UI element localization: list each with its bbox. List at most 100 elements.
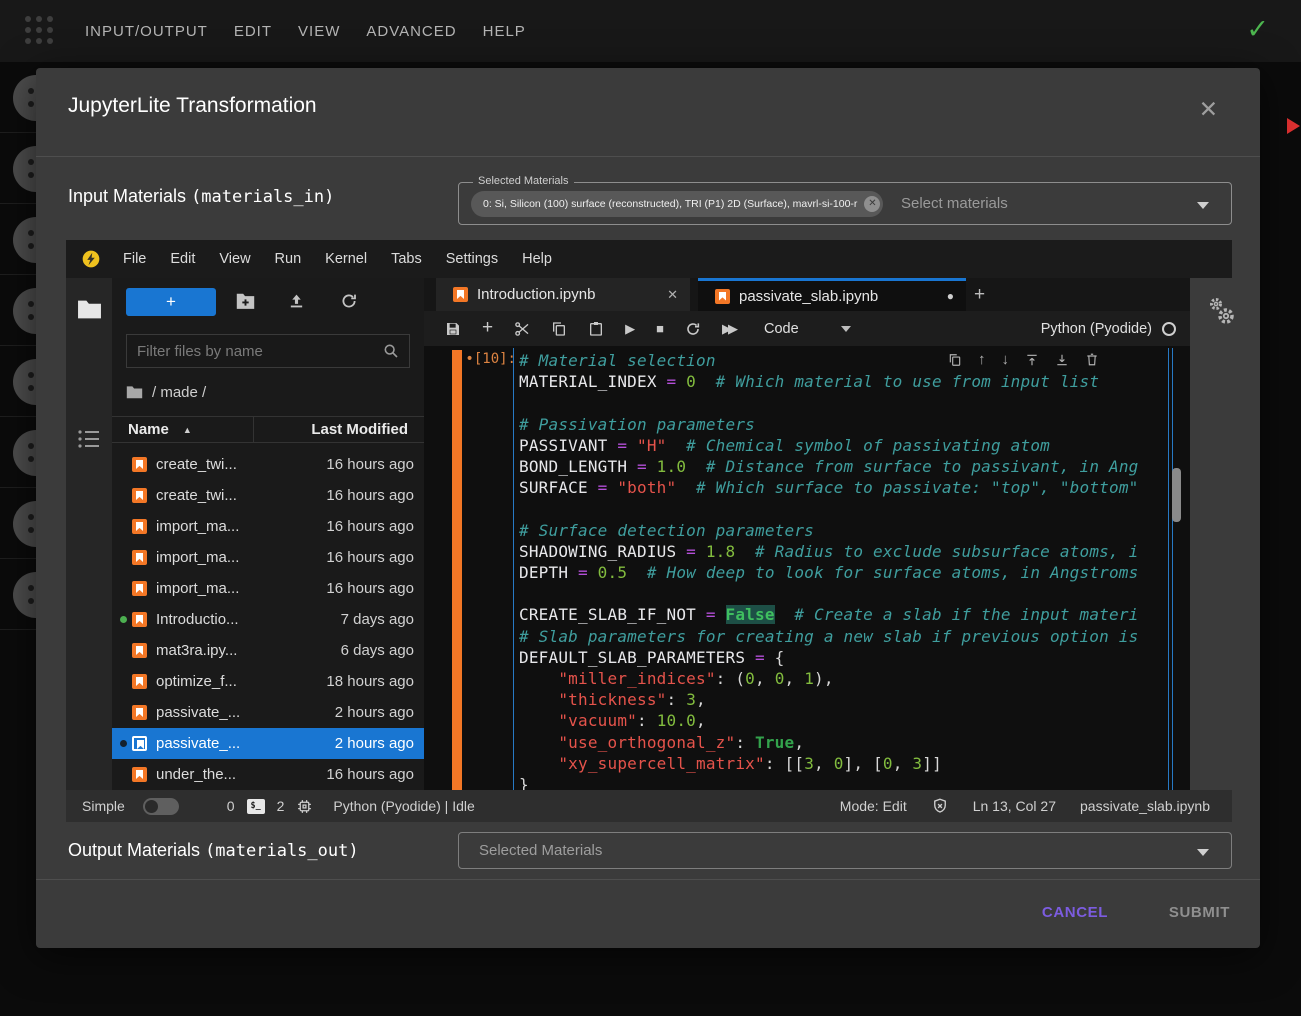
paste-icon[interactable] [588,321,604,337]
delete-cell-icon[interactable] [1085,352,1099,367]
duplicate-cell-icon[interactable] [948,353,962,367]
submit-button[interactable]: SUBMIT [1169,904,1230,921]
notebook-icon [132,674,147,689]
file-list-header: Name ▲ Last Modified [112,416,424,443]
file-row[interactable]: optimize_f...18 hours ago [112,666,424,697]
app-menu-input-output[interactable]: INPUT/OUTPUT [85,23,208,40]
restart-run-all-icon[interactable]: ▶▶ [722,321,738,337]
notebook-scrollbar[interactable] [1172,468,1181,522]
kernel-count[interactable]: 2 [277,798,285,814]
insert-cell-icon[interactable]: + [482,317,493,339]
tab-passivate-slab-ipynb[interactable]: passivate_slab.ipynb ● [698,278,966,311]
file-browser-tab-icon[interactable] [77,298,102,320]
run-icon[interactable]: ▶ [625,321,635,337]
notebook-icon [132,457,147,472]
add-tab-icon[interactable]: + [974,284,985,306]
move-cell-up-icon[interactable]: ↑ [978,351,986,368]
jupyter-menu-settings[interactable]: Settings [434,251,510,267]
file-row[interactable]: create_twi...16 hours ago [112,449,424,480]
selected-materials-select[interactable]: Selected Materials 0: Si, Silicon (100) … [458,182,1232,225]
file-row[interactable]: passivate_...2 hours ago [112,697,424,728]
tab-label: passivate_slab.ipynb [739,288,878,305]
file-row[interactable]: under_the...16 hours ago [112,759,424,790]
file-row[interactable]: import_ma...16 hours ago [112,542,424,573]
output-materials-label: Output Materials (materials_out) [68,840,359,861]
output-materials-select[interactable]: Selected Materials [458,832,1232,869]
breadcrumb-path[interactable]: / made / [152,384,206,401]
refresh-icon[interactable] [340,292,358,310]
file-name: import_ma... [156,549,239,566]
save-icon[interactable] [445,321,461,337]
material-chip[interactable]: 0: Si, Silicon (100) surface (reconstruc… [471,191,883,217]
file-row[interactable]: mat3ra.ipy...6 days ago [112,635,424,666]
jupyter-menu-kernel[interactable]: Kernel [313,251,379,267]
search-icon[interactable] [383,343,399,359]
sort-ascending-icon[interactable]: ▲ [183,425,192,435]
kernel-status-text[interactable]: Python (Pyodide) | Idle [333,798,474,814]
prompt-number: [10]: [474,351,516,367]
copy-icon[interactable] [551,321,567,337]
cell-collapser-bar[interactable] [452,350,462,790]
code-line: MATERIAL_INDEX = 0 # Which material to u… [519,371,1168,392]
settings-gears-icon[interactable] [1205,295,1239,329]
code-line: PASSIVANT = "H" # Chemical symbol of pas… [519,435,1168,456]
move-cell-down-icon[interactable]: ↓ [1002,351,1010,368]
drag-handle-icon [13,146,36,192]
terminal-count[interactable]: 0 [227,798,235,814]
column-last-modified[interactable]: Last Modified [311,421,408,438]
file-filter-input[interactable] [127,343,383,360]
app-logo-icon[interactable] [25,16,55,46]
home-folder-icon[interactable] [126,385,143,399]
file-row[interactable]: import_ma...16 hours ago [112,573,424,604]
jupyter-menu-file[interactable]: File [111,251,158,267]
mode-indicator[interactable]: Mode: Edit [840,798,907,814]
check-icon[interactable]: ✓ [1246,14,1269,45]
cut-icon[interactable] [514,321,530,337]
chevron-down-icon[interactable] [841,326,851,332]
stop-icon[interactable]: ■ [656,321,664,336]
kernel-running-dot [120,523,127,530]
jupyter-menu-view[interactable]: View [207,251,262,267]
code-editor[interactable]: # Material selectionMATERIAL_INDEX = 0 #… [513,348,1169,790]
table-of-contents-tab-icon[interactable] [77,428,101,450]
column-name[interactable]: Name [128,421,169,438]
cancel-button[interactable]: CANCEL [1042,904,1108,921]
file-row[interactable]: import_ma...16 hours ago [112,511,424,542]
workflow-row [0,275,36,346]
file-row[interactable]: passivate_...2 hours ago [112,728,424,759]
chevron-down-icon[interactable] [1197,202,1209,209]
jupyter-menu-help[interactable]: Help [510,251,564,267]
upload-icon[interactable] [288,292,305,310]
insert-cell-below-icon[interactable] [1055,353,1069,367]
chip-delete-icon[interactable]: ✕ [864,196,880,212]
new-folder-icon[interactable] [236,292,255,309]
insert-cell-above-icon[interactable] [1025,353,1039,367]
close-icon[interactable]: ✕ [1199,98,1218,121]
cursor-position[interactable]: Ln 13, Col 27 [973,798,1056,814]
tab-introduction-ipynb[interactable]: Introduction.ipynb ✕ [436,278,690,311]
statusbar-filename[interactable]: passivate_slab.ipynb [1080,798,1210,814]
jupyter-menu-edit[interactable]: Edit [158,251,207,267]
kernel-status-icon[interactable] [1162,322,1176,336]
restart-kernel-icon[interactable] [685,321,701,337]
terminal-icon[interactable]: $_ [247,799,265,814]
kernel-chip-icon[interactable] [296,798,313,815]
jupyter-menu-run[interactable]: Run [263,251,314,267]
file-modified: 16 hours ago [326,518,414,535]
app-menu-view[interactable]: VIEW [298,23,340,40]
new-launcher-button[interactable]: + [126,288,216,316]
selected-materials-legend: Selected Materials [473,175,574,187]
simple-mode-toggle[interactable] [143,798,179,815]
chevron-down-icon[interactable] [1197,849,1209,856]
jupyter-menu-tabs[interactable]: Tabs [379,251,434,267]
shield-privacy-icon[interactable] [931,797,949,815]
app-menu-advanced[interactable]: ADVANCED [366,23,456,40]
file-row[interactable]: create_twi...16 hours ago [112,480,424,511]
file-name: create_twi... [156,456,237,473]
file-row[interactable]: Introductio...7 days ago [112,604,424,635]
app-menu-edit[interactable]: EDIT [234,23,272,40]
app-menu-help[interactable]: HELP [483,23,526,40]
tab-close-icon[interactable]: ✕ [667,287,678,303]
kernel-name-button[interactable]: Python (Pyodide) [1041,321,1152,337]
cell-type-dropdown[interactable]: Code [764,321,799,337]
